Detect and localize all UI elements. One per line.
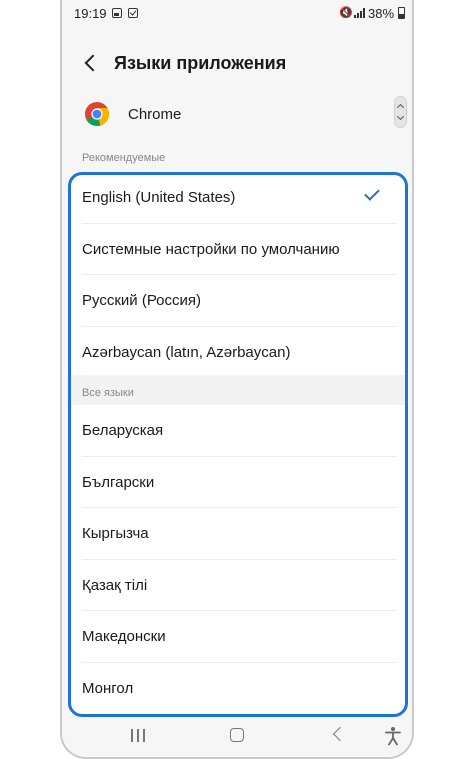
scroll-handle[interactable] bbox=[394, 96, 407, 128]
language-item-kyrgyz[interactable]: Кыргызча bbox=[70, 508, 405, 560]
navigation-bar bbox=[62, 715, 412, 757]
mute-icon: 🔇 bbox=[339, 7, 353, 19]
gallery-icon bbox=[112, 8, 122, 18]
accessibility-icon[interactable] bbox=[384, 726, 402, 746]
language-label: Системные настройки по умолчанию bbox=[82, 240, 340, 258]
app-bar: Языки приложения bbox=[62, 40, 412, 88]
chrome-logo-icon bbox=[85, 102, 110, 127]
language-item-system-default[interactable]: Системные настройки по умолчанию bbox=[70, 224, 405, 275]
language-label: Кыргызча bbox=[82, 525, 149, 543]
language-item-belarusian[interactable]: Беларуская bbox=[70, 405, 405, 457]
language-label: Македонски bbox=[82, 628, 166, 646]
language-item-mongolian[interactable]: Монгол bbox=[70, 663, 405, 715]
section-gap: Все языки bbox=[70, 375, 405, 405]
page-title: Языки приложения bbox=[114, 53, 287, 73]
language-item-english-us[interactable]: English (United States) bbox=[70, 172, 405, 224]
back-button[interactable] bbox=[76, 48, 106, 78]
language-label: Azərbaycan (latın, Azərbaycan) bbox=[82, 343, 291, 361]
signal-icon bbox=[354, 8, 365, 18]
language-label: English (United States) bbox=[82, 189, 236, 207]
language-label: Русский (Россия) bbox=[82, 292, 202, 310]
language-label: Қазақ тілі bbox=[82, 576, 148, 594]
language-label: Беларуская bbox=[82, 422, 164, 440]
language-label: Монгол bbox=[82, 679, 134, 697]
phone-screen: 19:19 🔇 38% Языки приложения Chrome Реко… bbox=[60, 0, 414, 759]
back-icon[interactable] bbox=[332, 726, 348, 742]
status-time: 19:19 bbox=[74, 6, 107, 21]
language-item-macedonian[interactable]: Македонски bbox=[70, 611, 405, 663]
section-header-all-languages: Все языки bbox=[82, 387, 134, 399]
language-item-kazakh[interactable]: Қазақ тілі bbox=[70, 560, 405, 611]
home-icon[interactable] bbox=[230, 728, 244, 742]
language-item-russian[interactable]: Русский (Россия) bbox=[70, 275, 405, 327]
language-label: Български bbox=[82, 473, 155, 491]
language-item-azerbaijani[interactable]: Azərbaycan (latın, Azərbaycan) bbox=[70, 327, 405, 376]
check-icon bbox=[364, 185, 380, 201]
recents-icon[interactable] bbox=[131, 729, 145, 742]
recommended-languages-list: English (United States) Системные настро… bbox=[70, 172, 405, 375]
all-languages-list: Беларуская Български Кыргызча Қазақ тілі… bbox=[70, 405, 405, 715]
battery-percent: 38% bbox=[368, 6, 395, 21]
language-item-bulgarian[interactable]: Български bbox=[70, 457, 405, 508]
battery-icon bbox=[398, 7, 405, 19]
status-bar: 19:19 🔇 38% bbox=[62, 0, 412, 28]
app-name: Chrome bbox=[128, 106, 182, 123]
check-box-icon bbox=[128, 8, 138, 18]
app-row: Chrome bbox=[62, 96, 412, 134]
section-header-recommended: Рекомендуемые bbox=[82, 152, 166, 164]
